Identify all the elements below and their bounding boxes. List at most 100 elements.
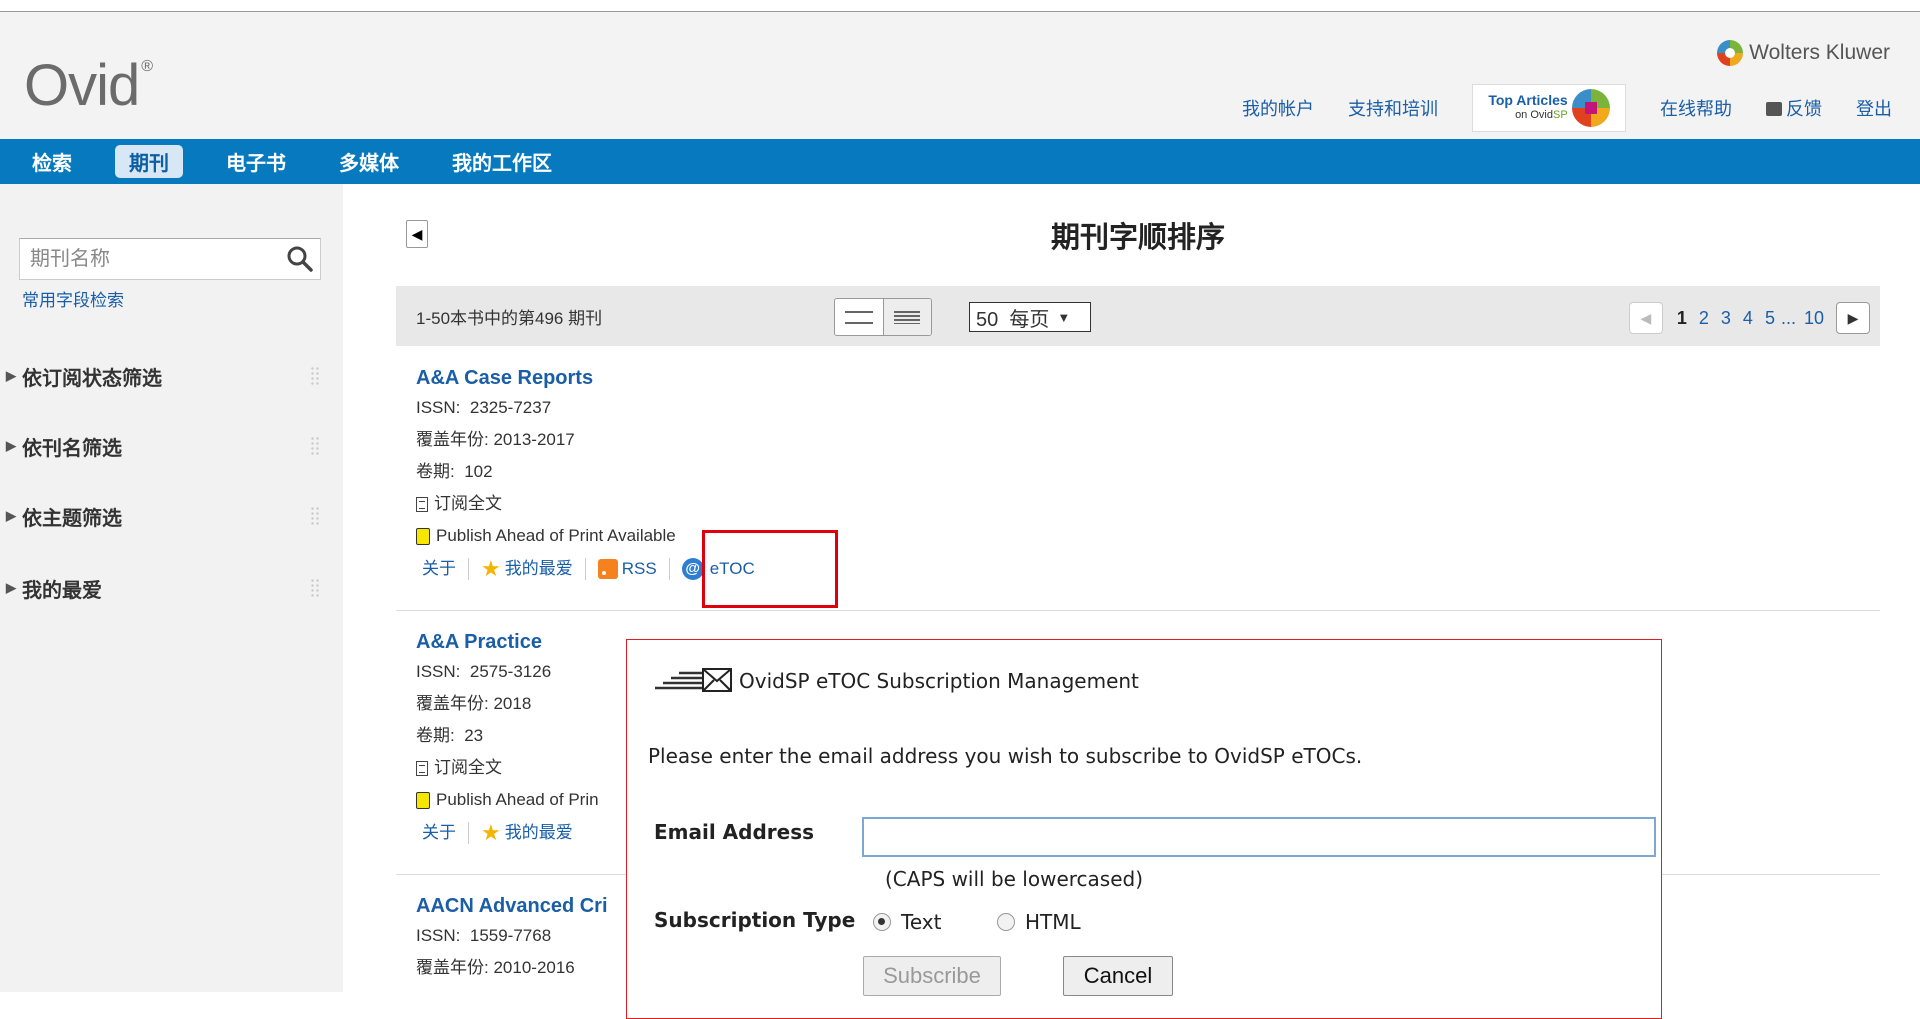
journal-issn: ISSN: 2325-7237: [416, 398, 552, 417]
envelope-icon: [655, 668, 732, 692]
page-title: 期刊字顺排序: [1050, 222, 1225, 254]
document-icon: [416, 760, 428, 776]
top-articles-sub: on Ovid: [1515, 109, 1553, 121]
page-link-last[interactable]: 10: [1804, 308, 1824, 329]
filter-label: 我的最爱: [22, 579, 102, 602]
dialog-description: Please enter the email address you wish …: [648, 744, 1363, 768]
drag-handle-icon[interactable]: [310, 578, 320, 598]
dialog-title-text: OvidSP eTOC Subscription Management: [739, 669, 1139, 693]
advanced-search-link[interactable]: 常用字段检索: [22, 286, 124, 311]
nav-ebooks[interactable]: 电子书: [216, 145, 296, 178]
radio-text[interactable]: Text: [873, 910, 941, 934]
support-training-link[interactable]: 支持和培训: [1348, 95, 1438, 121]
header: Ovid ® Wolters Kluwer 我的帐户 支持和培训 Top Arti…: [0, 12, 1920, 139]
filter-label: 依主题筛选: [22, 507, 122, 530]
main-nav: 检索 期刊 电子书 多媒体 我的工作区: [0, 139, 1920, 184]
top-border: [0, 0, 1920, 12]
dropdown-arrow-icon: ▼: [1057, 309, 1071, 325]
paper-icon: [416, 791, 430, 809]
email-field[interactable]: [862, 817, 1656, 857]
top-articles-badge[interactable]: Top Articles on OvidSP: [1472, 84, 1626, 132]
email-label: Email Address: [654, 820, 815, 844]
page-link[interactable]: 4: [1743, 308, 1753, 329]
journal-volume: 卷期: 102: [416, 462, 493, 481]
etoc-subscription-dialog: OvidSP eTOC Subscription Management Plea…: [626, 639, 1662, 1019]
prev-page-button[interactable]: ◀: [1628, 302, 1663, 334]
about-link[interactable]: 关于: [422, 816, 456, 850]
next-page-button[interactable]: ▶: [1836, 302, 1870, 334]
radio-label: Text: [901, 910, 942, 934]
etoc-link[interactable]: eTOC: [710, 552, 755, 586]
pager-ellipsis: ...: [1780, 307, 1796, 328]
star-icon[interactable]: ★: [481, 552, 501, 586]
journal-actions: 关于 ★ 我的最爱 RSS @ eTOC: [422, 552, 1880, 586]
drag-handle-icon[interactable]: [310, 366, 320, 386]
dialog-title: OvidSP eTOC Subscription Management: [653, 668, 1139, 694]
radio-label: HTML: [1025, 910, 1081, 934]
page-link[interactable]: 3: [1721, 308, 1731, 329]
nav-journals[interactable]: 期刊: [115, 145, 183, 178]
drag-handle-icon[interactable]: [310, 506, 320, 526]
radio-selected-icon: [873, 913, 891, 931]
at-icon[interactable]: @: [681, 558, 704, 580]
result-count: 1-50本书中的第496 期刊: [416, 309, 603, 328]
rss-icon[interactable]: [597, 559, 618, 579]
per-page-select[interactable]: 50 每页 ▼: [969, 302, 1091, 332]
top-articles-sp: SP: [1552, 109, 1568, 121]
collapse-sidebar-button[interactable]: ◀: [406, 220, 428, 248]
filter-journal-name[interactable]: ▶ 依刊名筛选: [0, 426, 330, 466]
subscribe-button[interactable]: Subscribe: [863, 956, 1001, 996]
results-toolbar: 1-50本书中的第496 期刊 50 每页 ▼ ◀ 1 2 3 4 5 ... …: [396, 286, 1880, 346]
top-articles-label: Top Articles: [1488, 92, 1568, 108]
filter-label: 依刊名筛选: [22, 437, 122, 460]
cancel-button[interactable]: Cancel: [1063, 956, 1173, 996]
my-account-link[interactable]: 我的帐户: [1242, 95, 1314, 121]
nav-multimedia[interactable]: 多媒体: [329, 145, 409, 178]
left-arrow-icon: ◀: [411, 225, 423, 242]
top-articles-icon: [1571, 89, 1610, 127]
caps-note: (CAPS will be lowercased): [885, 867, 1144, 891]
view-toggle: [834, 298, 932, 336]
logout-link[interactable]: 登出: [1856, 95, 1892, 121]
pap-status: Publish Ahead of Print Available: [416, 520, 1880, 552]
search-icon[interactable]: [286, 245, 314, 273]
pagination: ◀ 1 2 3 4 5 ... 10 ▶: [1628, 302, 1870, 334]
compact-view-button[interactable]: [835, 299, 883, 335]
page-link-current[interactable]: 1: [1677, 308, 1687, 329]
feedback-link[interactable]: 反馈: [1766, 95, 1822, 121]
journal-coverage: 覆盖年份: 2013-2017: [416, 430, 575, 449]
star-icon[interactable]: ★: [481, 816, 501, 850]
filter-subject[interactable]: ▶ 依主题筛选: [0, 496, 330, 536]
journal-search-box: [19, 238, 321, 280]
journal-search-input[interactable]: [20, 247, 290, 271]
nav-my-workspace[interactable]: 我的工作区: [442, 145, 562, 178]
detailed-view-icon: [894, 310, 921, 324]
compact-view-icon: [844, 310, 873, 324]
favorite-link[interactable]: 我的最爱: [505, 816, 573, 850]
page-link[interactable]: 2: [1699, 308, 1709, 329]
wolters-kluwer-brand: Wolters Kluwer: [1717, 40, 1890, 66]
page-link[interactable]: 5: [1765, 308, 1775, 329]
document-icon: [416, 496, 428, 512]
expand-triangle-icon: ▶: [6, 508, 16, 523]
paper-icon: [416, 527, 430, 545]
about-link[interactable]: 关于: [422, 552, 456, 586]
journal-title[interactable]: A&A Case Reports: [416, 364, 1880, 392]
feedback-label: 反馈: [1786, 99, 1822, 119]
journal-item: A&A Case Reports ISSN: 2325-7237 覆盖年份: 2…: [396, 362, 1880, 611]
nav-search[interactable]: 检索: [22, 145, 82, 178]
brand-name: Wolters Kluwer: [1749, 41, 1890, 64]
ovid-logo[interactable]: Ovid ®: [24, 52, 153, 119]
top-nav: 我的帐户 支持和培训 Top Articles on OvidSP 在线帮助 反…: [1208, 84, 1892, 132]
detailed-view-button[interactable]: [882, 299, 931, 335]
filter-my-favorites[interactable]: ▶ 我的最爱: [0, 568, 330, 608]
subscribe-fulltext: 订阅全文: [416, 488, 1880, 520]
favorite-link[interactable]: 我的最爱: [505, 552, 573, 586]
expand-triangle-icon: ▶: [6, 438, 16, 453]
online-help-link[interactable]: 在线帮助: [1660, 95, 1732, 121]
radio-html[interactable]: HTML: [997, 910, 1081, 934]
rss-link[interactable]: RSS: [622, 552, 657, 586]
filter-subscription-status[interactable]: ▶ 依订阅状态筛选: [0, 356, 330, 396]
per-page-value: 50 每页: [976, 308, 1050, 331]
drag-handle-icon[interactable]: [310, 436, 320, 456]
